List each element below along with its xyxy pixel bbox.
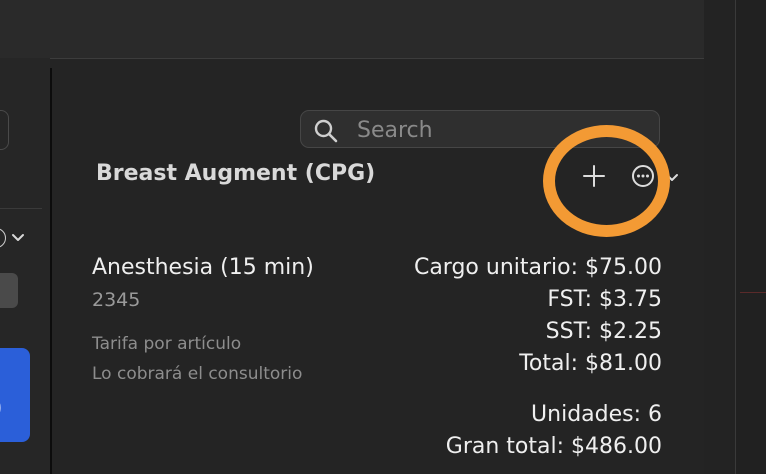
- grand-total: Gran total: $486.00: [445, 434, 662, 459]
- item-rate-type: Tarifa por artículo: [92, 334, 242, 354]
- sidebar-divider[interactable]: [50, 68, 52, 474]
- unit-charge: Cargo unitario: $75.00: [413, 255, 662, 280]
- sidebar-separator: [0, 208, 42, 209]
- sidebar-primary-label: 0: [0, 397, 2, 422]
- sst-amount: SST: $2.25: [545, 319, 662, 344]
- right-panel-strip: [704, 0, 735, 474]
- item-name: Anesthesia (15 min): [92, 255, 314, 280]
- edge-marker: [740, 292, 766, 293]
- fst-amount: FST: $3.75: [547, 287, 662, 312]
- total-amount: Total: $81.00: [519, 351, 662, 376]
- sidebar-mini-button[interactable]: [0, 273, 18, 308]
- search-icon: [314, 119, 338, 143]
- panel-title: Breast Augment (CPG): [96, 161, 376, 186]
- sidebar-field[interactable]: [0, 110, 9, 150]
- right-edge-panel: [736, 0, 766, 474]
- item-code: 2345: [92, 289, 141, 311]
- highlight-circle: [543, 125, 670, 237]
- item-billing: Lo cobrará el consultorio: [92, 364, 303, 384]
- units-count: Unidades: 6: [531, 402, 662, 427]
- sidebar-primary-button[interactable]: [0, 348, 30, 442]
- chevron-down-icon[interactable]: [10, 229, 26, 245]
- top-toolbar: [0, 0, 704, 59]
